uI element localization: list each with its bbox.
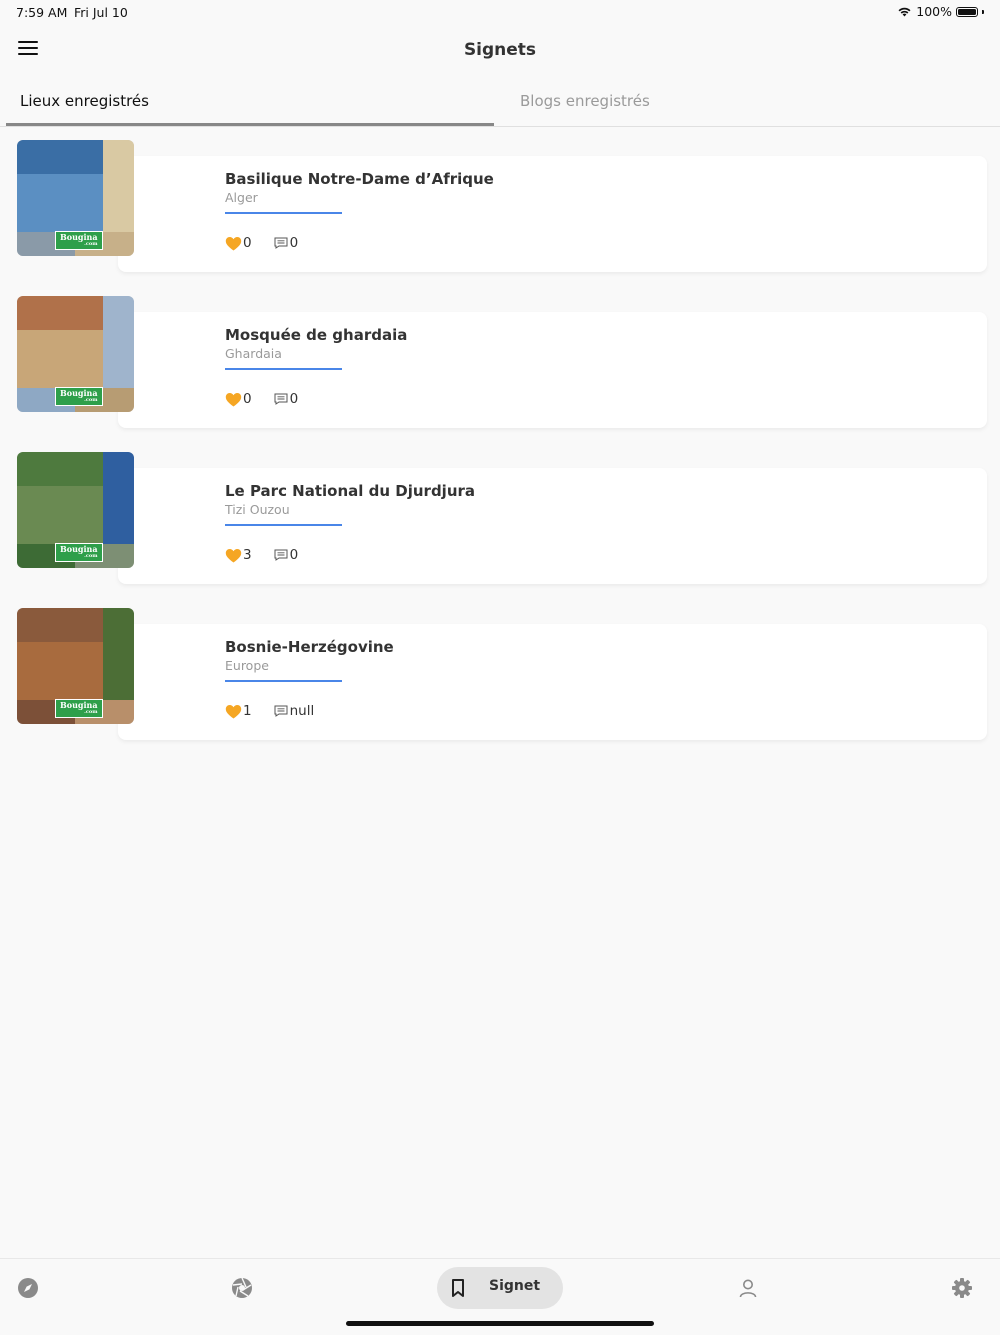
place-title: Mosquée de ghardaia <box>225 326 408 344</box>
place-location: Europe <box>225 658 269 673</box>
status-indicators: 100% <box>897 4 984 19</box>
place-card[interactable]: Le Parc National du Djurdjura Tizi Ouzou… <box>118 468 987 584</box>
aperture-icon[interactable] <box>231 1277 253 1299</box>
status-time: 7:59 AM <box>16 5 68 20</box>
comment-icon <box>274 705 288 717</box>
brand-watermark: Bougina .com <box>55 387 103 406</box>
heart-icon <box>225 548 242 562</box>
wifi-icon <box>898 7 911 17</box>
brand-watermark: Bougina .com <box>55 231 103 250</box>
app-bar: Signets <box>0 24 1000 80</box>
place-thumbnail[interactable]: Bougina .com <box>17 452 134 568</box>
title-underline <box>225 524 342 526</box>
likes-count: 0 <box>243 391 252 407</box>
place-thumbnail[interactable]: Bougina .com <box>17 296 134 412</box>
place-card[interactable]: Bosnie-Herzégovine Europe 1 null <box>118 624 987 740</box>
tab-bar: Lieux enregistrés Blogs enregistrés <box>0 80 1000 127</box>
place-thumbnail[interactable]: Bougina .com <box>17 608 134 724</box>
comment-icon <box>274 393 288 405</box>
comments-stat[interactable]: 0 <box>252 391 299 407</box>
place-item[interactable]: Basilique Notre-Dame d’Afrique Alger 0 0 <box>0 140 1000 296</box>
comments-count: 0 <box>289 235 299 251</box>
likes-count: 1 <box>243 703 252 719</box>
comments-count: 0 <box>289 391 299 407</box>
battery-tip <box>982 9 984 14</box>
nav-bookmark-button[interactable]: Signet <box>437 1267 563 1309</box>
brand-watermark: Bougina .com <box>55 543 103 562</box>
brand-watermark: Bougina .com <box>55 699 103 718</box>
tab-saved-blogs[interactable]: Blogs enregistrés <box>494 80 1000 126</box>
status-bar: 7:59 AM Fri Jul 10 100% <box>0 0 1000 24</box>
tab-label: Lieux enregistrés <box>20 92 149 110</box>
place-card[interactable]: Basilique Notre-Dame d’Afrique Alger 0 0 <box>118 156 987 272</box>
place-stats: 1 null <box>225 703 314 719</box>
place-item[interactable]: Le Parc National du Djurdjura Tizi Ouzou… <box>0 452 1000 608</box>
place-title: Bosnie-Herzégovine <box>225 638 394 656</box>
comment-icon <box>274 237 288 249</box>
user-icon[interactable] <box>737 1277 759 1299</box>
place-stats: 3 0 <box>225 547 298 563</box>
explore-icon[interactable] <box>17 1277 39 1299</box>
title-underline <box>225 368 342 370</box>
place-stats: 0 0 <box>225 391 298 407</box>
likes-stat[interactable]: 3 <box>225 547 252 563</box>
likes-stat[interactable]: 0 <box>225 235 252 251</box>
comments-count: null <box>289 703 315 719</box>
place-stats: 0 0 <box>225 235 298 251</box>
comments-stat[interactable]: null <box>252 703 315 719</box>
likes-count: 0 <box>243 235 252 251</box>
saved-places-list: Basilique Notre-Dame d’Afrique Alger 0 0 <box>0 140 1000 764</box>
page-title: Signets <box>463 40 537 60</box>
battery-icon <box>956 6 978 17</box>
place-location: Ghardaia <box>225 346 282 361</box>
place-item[interactable]: Mosquée de ghardaia Ghardaia 0 0 Bougina… <box>0 296 1000 452</box>
place-thumbnail[interactable]: Bougina .com <box>17 140 134 256</box>
heart-icon <box>225 704 242 718</box>
status-date: Fri Jul 10 <box>74 5 128 20</box>
place-title: Le Parc National du Djurdjura <box>225 482 476 500</box>
comments-count: 0 <box>289 547 299 563</box>
place-card[interactable]: Mosquée de ghardaia Ghardaia 0 0 <box>118 312 987 428</box>
tab-saved-places[interactable]: Lieux enregistrés <box>6 80 494 126</box>
battery-percent: 100% <box>916 4 952 19</box>
comment-icon <box>274 549 288 561</box>
heart-icon <box>225 236 242 250</box>
title-underline <box>225 212 342 214</box>
likes-count: 3 <box>243 547 252 563</box>
comments-stat[interactable]: 0 <box>252 235 299 251</box>
heart-icon <box>225 392 242 406</box>
title-underline <box>225 680 342 682</box>
settings-icon[interactable] <box>951 1277 973 1299</box>
place-location: Tizi Ouzou <box>225 502 290 517</box>
place-location: Alger <box>225 190 258 205</box>
place-title: Basilique Notre-Dame d’Afrique <box>225 170 494 188</box>
likes-stat[interactable]: 0 <box>225 391 252 407</box>
nav-active-label: Signet <box>489 1278 541 1294</box>
place-item[interactable]: Bosnie-Herzégovine Europe 1 null Bougina… <box>0 608 1000 764</box>
likes-stat[interactable]: 1 <box>225 703 252 719</box>
bookmark-icon <box>452 1279 464 1297</box>
comments-stat[interactable]: 0 <box>252 547 299 563</box>
home-indicator <box>346 1321 654 1326</box>
tab-label: Blogs enregistrés <box>520 92 650 110</box>
